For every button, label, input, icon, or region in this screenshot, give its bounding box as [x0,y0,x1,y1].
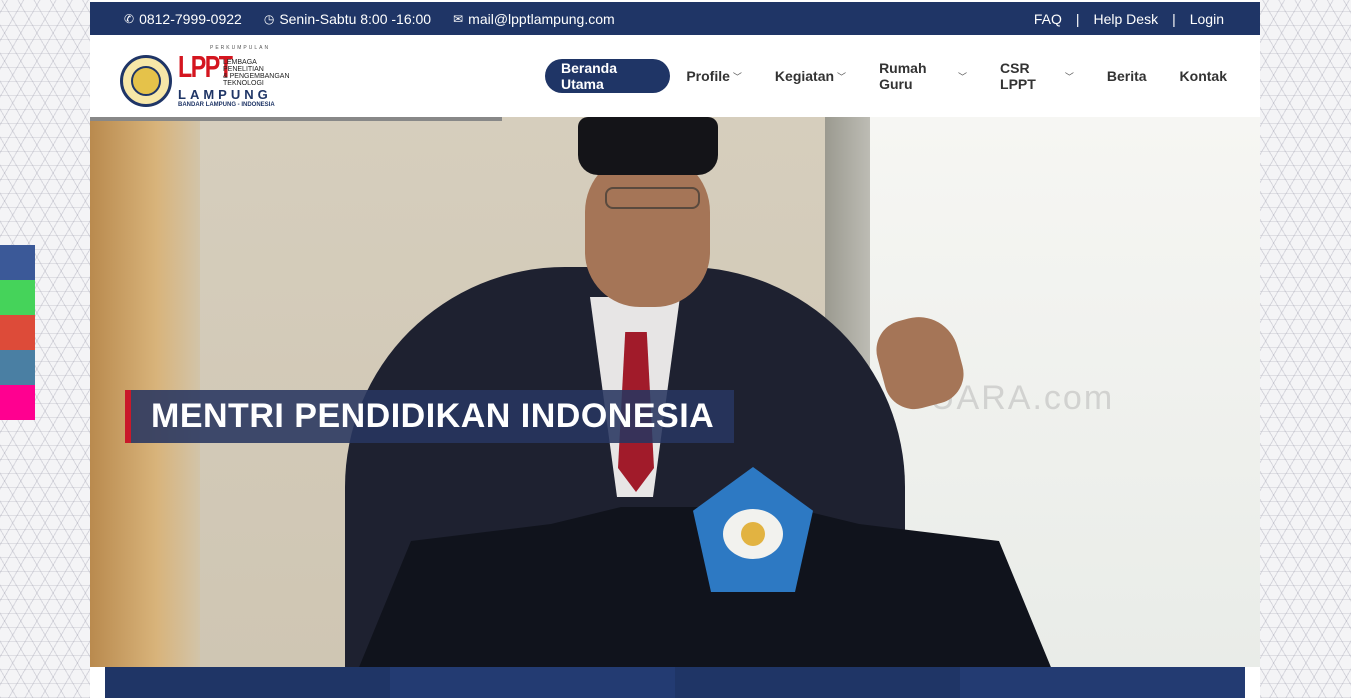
nav-item-csr-lppt[interactable]: CSR LPPT ﹀ [1000,60,1074,92]
chevron-down-icon: ﹀ [732,71,742,82]
nav-item-kegiatan[interactable]: Kegiatan ﹀ [775,68,846,84]
site-logo[interactable]: PERKUMPULAN LPPT LEMBAGA PENELITIAN & PE… [120,45,300,111]
separator: | [1075,10,1080,27]
hero-slider[interactable]: UARA.com MENTRI PENDIDIKAN INDONESIA [90,117,1260,667]
logo-wordmark: PERKUMPULAN LPPT LEMBAGA PENELITIAN & PE… [178,45,308,111]
logo-lampung: LAMPUNG [178,87,272,102]
phone-text: 0812-7999-0922 [139,10,242,27]
login-link[interactable]: Login [1190,11,1224,27]
nav-item-profile[interactable]: Profile ﹀ [686,68,742,84]
facebook-icon[interactable] [0,245,35,280]
hours-text: Senin-Sabtu 8:00 -16:00 [279,10,432,27]
slider-progress-bar [90,117,502,121]
nav-item-kontak[interactable]: Kontak [1180,68,1227,84]
slide-caption-text: MENTRI PENDIDIKAN INDONESIA [131,390,735,443]
hours-item: ◷ Senin-Sabtu 8:00 -16:00 [264,11,431,27]
top-bar: ✆ 0812-7999-0922 ◷ Senin-Sabtu 8:00 -16:… [90,2,1260,35]
phone-icon: ✆ [124,11,135,26]
seal-emblem-icon [120,55,172,107]
chevron-down-icon: ﹀ [1064,71,1074,82]
clock-icon: ◷ [263,11,275,26]
page-wrapper: ✆ 0812-7999-0922 ◷ Senin-Sabtu 8:00 -16:… [90,0,1260,698]
faq-link[interactable]: FAQ [1034,11,1062,27]
chevron-down-icon: ﹀ [837,71,847,82]
slide-caption: MENTRI PENDIDIKAN INDONESIA [125,390,735,443]
email-item[interactable]: ✉ mail@lpptlampung.com [453,11,615,27]
google-plus-icon[interactable] [0,315,35,350]
nav-item-berita[interactable]: Berita [1107,68,1147,84]
top-links: FAQ | Help Desk | Login [1034,2,1224,35]
main-nav: Beranda Utama Profile ﹀ Kegiatan ﹀ Rumah G… [545,59,1260,93]
separator: | [1172,10,1176,27]
email-text[interactable]: mail@lpptlampung.com [468,11,615,27]
nav-item-beranda-utama[interactable]: Beranda Utama [545,59,671,93]
site-header: PERKUMPULAN LPPT LEMBAGA PENELITIAN & PE… [90,35,1260,117]
whatsapp-icon[interactable] [0,280,35,315]
feature-bar [105,667,1245,698]
logo-location: BANDAR LAMPUNG - INDONESIA [178,102,275,108]
contact-info: ✆ 0812-7999-0922 ◷ Senin-Sabtu 8:00 -16:… [124,2,637,35]
help-desk-link[interactable]: Help Desk [1094,11,1159,27]
nav-item-rumah-guru[interactable]: Rumah Guru ﹀ [879,60,967,92]
chevron-down-icon: ﹀ [958,71,968,82]
social-share-bar [0,245,35,420]
instagram-icon[interactable] [0,385,35,420]
envelope-icon: ✉ [453,11,464,26]
twitter-icon[interactable] [0,350,35,385]
phone-item: ✆ 0812-7999-0922 [124,11,242,27]
logo-subtitle: LEMBAGA PENELITIAN & PENGEMBANGAN TEKNOL… [223,59,290,87]
